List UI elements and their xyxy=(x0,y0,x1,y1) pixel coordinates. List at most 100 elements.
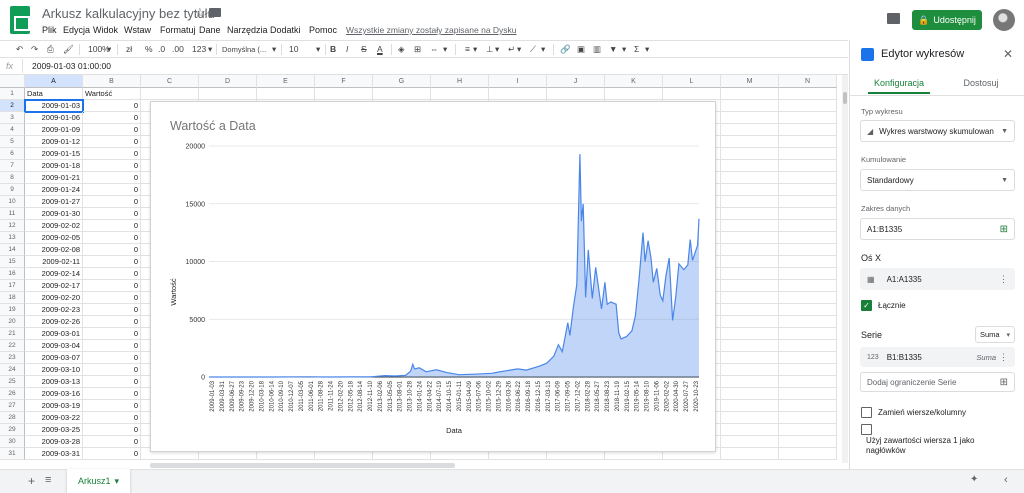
menu-edit[interactable]: Edycja xyxy=(63,25,90,35)
row-header[interactable]: 14 xyxy=(0,244,25,256)
cell-N2[interactable] xyxy=(779,100,837,112)
fill-color-icon[interactable]: ◈ xyxy=(398,43,405,56)
column-header-N[interactable]: N xyxy=(779,75,837,88)
tab-customize[interactable]: Dostosuj xyxy=(944,78,1018,88)
cell-N11[interactable] xyxy=(779,208,837,220)
cell-N7[interactable] xyxy=(779,160,837,172)
cell-M30[interactable] xyxy=(721,436,779,448)
cell-A28[interactable]: 2009-03-22 xyxy=(25,412,83,424)
use-header-row-checkbox[interactable] xyxy=(861,424,872,435)
share-button[interactable]: 🔒 Udostępnij xyxy=(912,10,982,30)
cell-M9[interactable] xyxy=(721,184,779,196)
cell-B29[interactable]: 0 xyxy=(83,424,141,436)
cell-B22[interactable]: 0 xyxy=(83,340,141,352)
cell-B12[interactable]: 0 xyxy=(83,220,141,232)
row-header[interactable]: 10 xyxy=(0,196,25,208)
cell-A11[interactable]: 2009-01-30 xyxy=(25,208,83,220)
cell-L1[interactable] xyxy=(663,88,721,100)
horizontal-scrollbar[interactable] xyxy=(150,463,455,468)
swap-rows-columns-checkbox[interactable] xyxy=(861,407,872,418)
cell-A26[interactable]: 2009-03-16 xyxy=(25,388,83,400)
chevron-down-icon[interactable]: ▾ xyxy=(208,43,212,56)
cell-M19[interactable] xyxy=(721,304,779,316)
row-header[interactable]: 1 xyxy=(0,88,25,100)
functions-button[interactable]: Σ xyxy=(634,43,639,56)
cell-N22[interactable] xyxy=(779,340,837,352)
cell-B1[interactable]: Wartość xyxy=(83,88,141,100)
cell-B24[interactable]: 0 xyxy=(83,364,141,376)
cell-B20[interactable]: 0 xyxy=(83,316,141,328)
row-header[interactable]: 3 xyxy=(0,112,25,124)
grid-select-icon[interactable]: ⊞ xyxy=(1000,377,1008,388)
scrollbar-thumb[interactable] xyxy=(843,92,847,104)
cell-B31[interactable]: 0 xyxy=(83,448,141,460)
cell-A4[interactable]: 2009-01-09 xyxy=(25,124,83,136)
row-header[interactable]: 6 xyxy=(0,148,25,160)
row-header[interactable]: 21 xyxy=(0,328,25,340)
decrease-decimals-button[interactable]: .0 xyxy=(158,43,165,56)
column-header-I[interactable]: I xyxy=(489,75,547,88)
sheet-tab[interactable]: Arkusz1 ▾ xyxy=(67,469,130,493)
series-aggregate-select[interactable]: Suma ▾ xyxy=(975,326,1015,343)
cell-A13[interactable]: 2009-02-05 xyxy=(25,232,83,244)
cell-A10[interactable]: 2009-01-27 xyxy=(25,196,83,208)
row-header[interactable]: 13 xyxy=(0,232,25,244)
cell-A9[interactable]: 2009-01-24 xyxy=(25,184,83,196)
row-header[interactable]: 26 xyxy=(0,388,25,400)
menu-tools[interactable]: Narzędzia xyxy=(227,25,268,35)
avatar[interactable] xyxy=(993,9,1015,31)
chevron-down-icon[interactable]: ▾ xyxy=(541,43,545,56)
insert-link-icon[interactable]: 🔗 xyxy=(560,43,571,56)
more-vert-icon[interactable]: ⋮ xyxy=(999,274,1008,285)
cell-A7[interactable]: 2009-01-18 xyxy=(25,160,83,172)
italic-button[interactable]: I xyxy=(346,43,348,56)
row-header[interactable]: 28 xyxy=(0,412,25,424)
cell-N25[interactable] xyxy=(779,376,837,388)
cell-N16[interactable] xyxy=(779,268,837,280)
cell-M6[interactable] xyxy=(721,148,779,160)
cell-B4[interactable]: 0 xyxy=(83,124,141,136)
row-header[interactable]: 5 xyxy=(0,136,25,148)
cell-M20[interactable] xyxy=(721,316,779,328)
cell-A23[interactable]: 2009-03-07 xyxy=(25,352,83,364)
cell-M21[interactable] xyxy=(721,328,779,340)
cell-M12[interactable] xyxy=(721,220,779,232)
cell-B25[interactable]: 0 xyxy=(83,376,141,388)
cell-B30[interactable]: 0 xyxy=(83,436,141,448)
row-header[interactable]: 15 xyxy=(0,256,25,268)
menu-file[interactable]: Plik xyxy=(42,25,57,35)
cell-N10[interactable] xyxy=(779,196,837,208)
cell-A12[interactable]: 2009-02-02 xyxy=(25,220,83,232)
cell-M25[interactable] xyxy=(721,376,779,388)
row-header[interactable]: 12 xyxy=(0,220,25,232)
vertical-scrollbar[interactable] xyxy=(842,75,848,463)
cell-B8[interactable]: 0 xyxy=(83,172,141,184)
cell-C1[interactable] xyxy=(141,88,199,100)
save-status[interactable]: Wszystkie zmiany zostały zapisane na Dys… xyxy=(346,25,517,35)
cell-N15[interactable] xyxy=(779,256,837,268)
row-header[interactable]: 27 xyxy=(0,400,25,412)
cell-M29[interactable] xyxy=(721,424,779,436)
cell-A16[interactable]: 2009-02-14 xyxy=(25,268,83,280)
cell-A20[interactable]: 2009-02-26 xyxy=(25,316,83,328)
comments-icon[interactable] xyxy=(887,13,900,24)
cell-N5[interactable] xyxy=(779,136,837,148)
cell-B14[interactable]: 0 xyxy=(83,244,141,256)
add-sheet-icon[interactable]: + xyxy=(28,474,35,488)
cell-M7[interactable] xyxy=(721,160,779,172)
cell-B26[interactable]: 0 xyxy=(83,388,141,400)
cell-B2[interactable]: 0 xyxy=(83,100,141,112)
cell-N28[interactable] xyxy=(779,412,837,424)
cell-B7[interactable]: 0 xyxy=(83,160,141,172)
column-header-J[interactable]: J xyxy=(547,75,605,88)
cell-N24[interactable] xyxy=(779,364,837,376)
row-header[interactable]: 4 xyxy=(0,124,25,136)
cell-M23[interactable] xyxy=(721,352,779,364)
series-field[interactable]: 123 B1:B1335 Suma ⋮ xyxy=(860,347,1015,367)
row-header[interactable]: 9 xyxy=(0,184,25,196)
text-rotation-icon[interactable]: ⟋ xyxy=(530,43,536,56)
cell-N3[interactable] xyxy=(779,112,837,124)
percent-button[interactable]: % xyxy=(145,43,153,56)
cell-N8[interactable] xyxy=(779,172,837,184)
cell-A15[interactable]: 2009-02-11 xyxy=(25,256,83,268)
